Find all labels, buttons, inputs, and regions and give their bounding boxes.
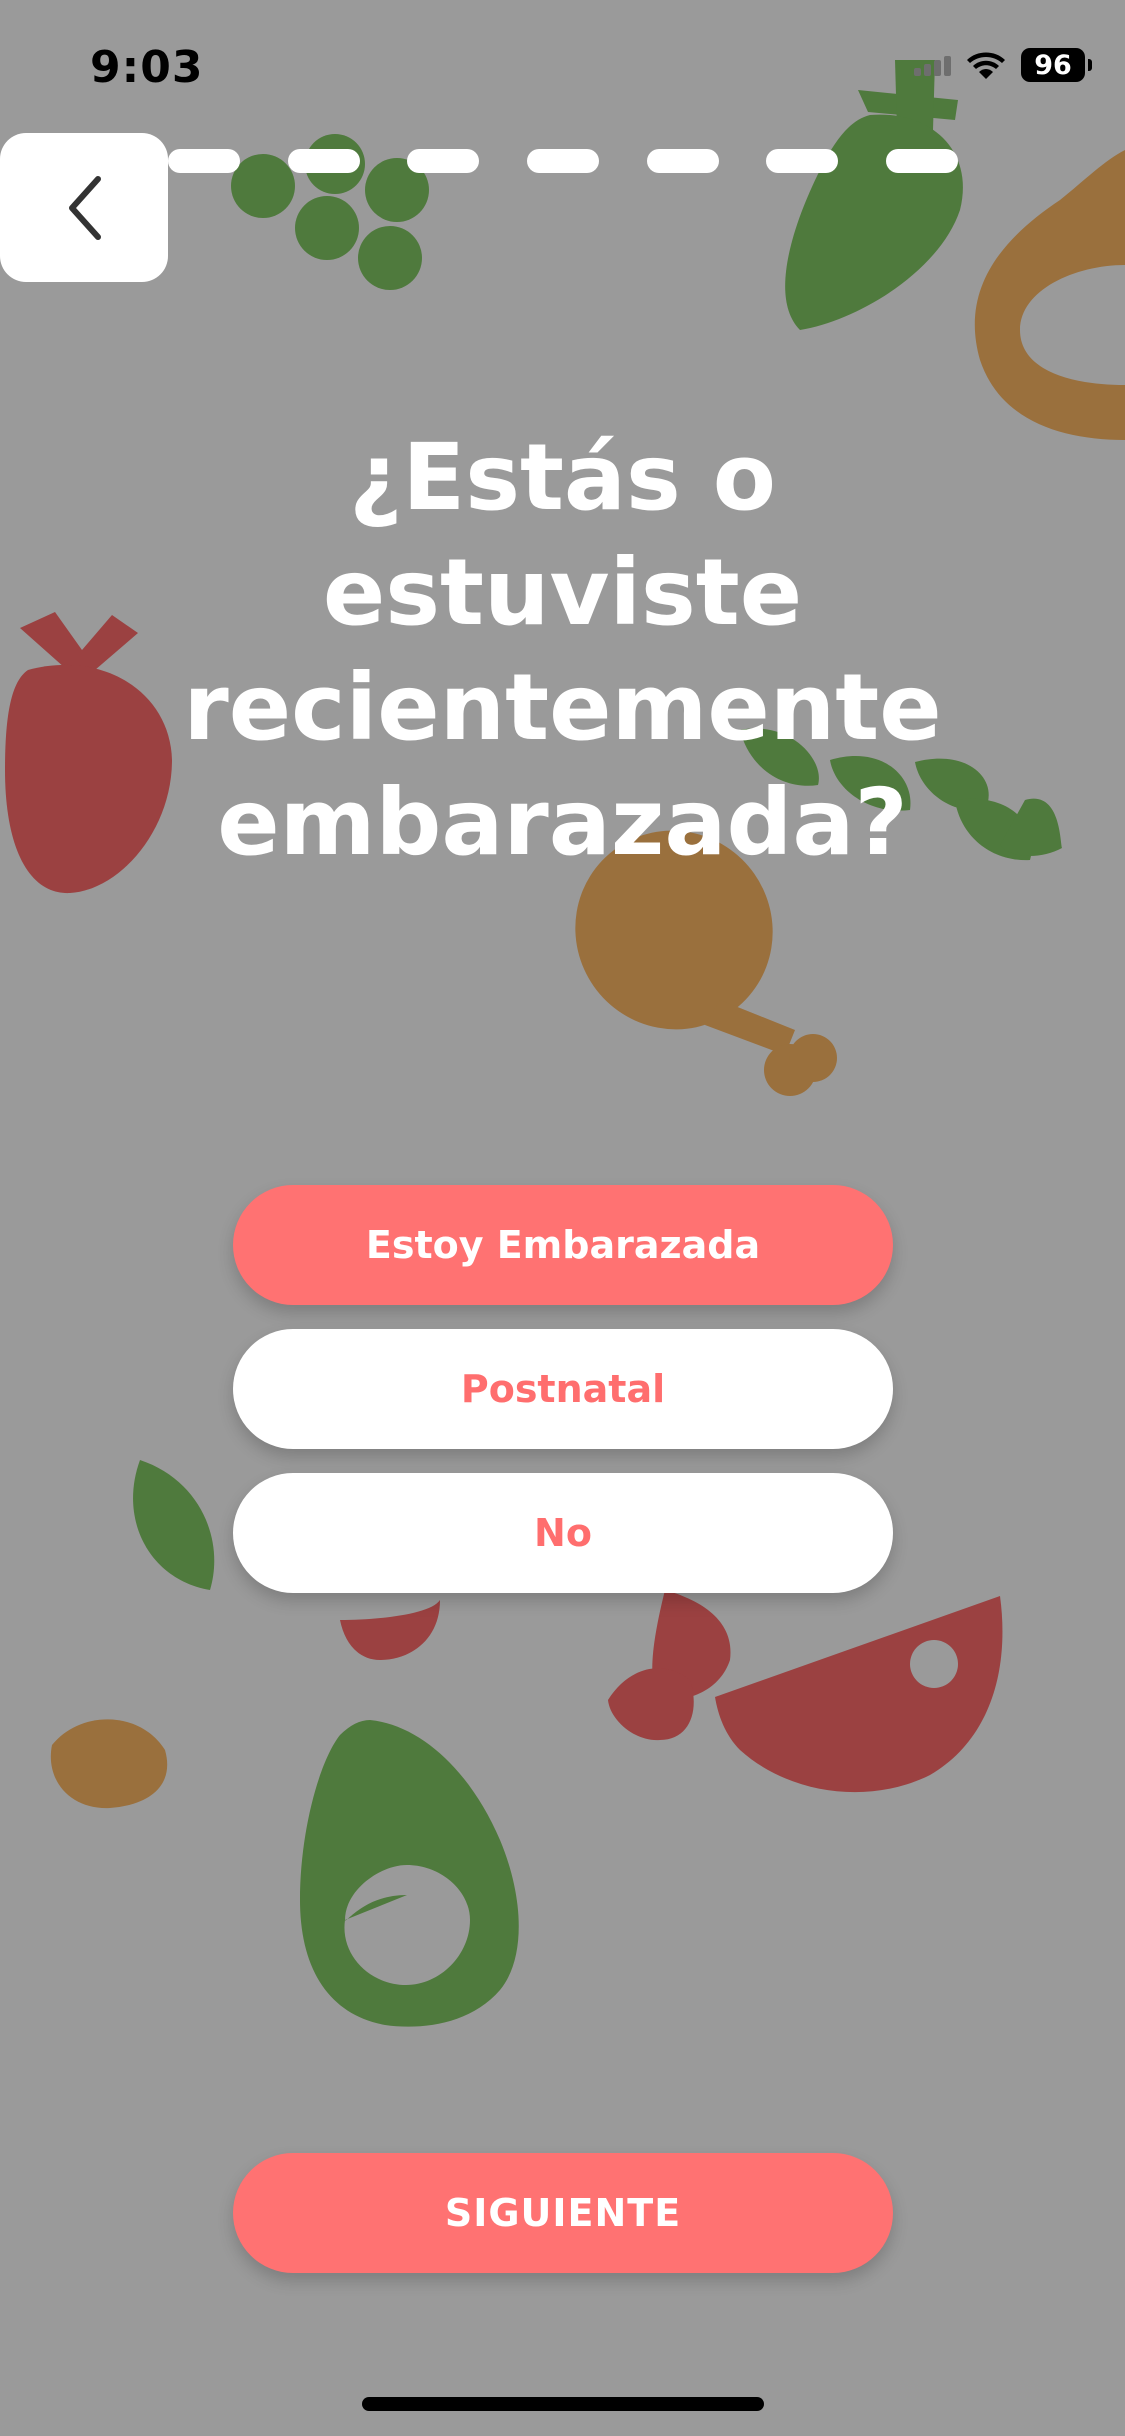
progress-segment — [287, 149, 360, 173]
progress-segment — [766, 149, 839, 173]
wifi-icon — [967, 52, 1005, 79]
question-title: ¿Estás o estuviste recientemente embaraz… — [183, 424, 942, 876]
progress-segment — [885, 149, 958, 173]
chevron-left-icon — [69, 175, 101, 240]
leaf-illustration — [133, 1460, 215, 1590]
nut-illustration — [50, 1719, 168, 1809]
next-button[interactable]: SIGUIENTE — [233, 2153, 893, 2273]
progress-indicator — [168, 149, 958, 173]
progress-segment — [407, 149, 480, 173]
option-no[interactable]: No — [233, 1473, 893, 1593]
status-bar-indicators: 96 — [914, 48, 1092, 82]
avocado-illustration — [300, 1720, 519, 2027]
carrot-illustration — [785, 60, 963, 330]
battery-icon: 96 — [1021, 48, 1092, 82]
home-indicator — [362, 2397, 764, 2411]
option-postnatal[interactable]: Postnatal — [233, 1329, 893, 1449]
cellular-signal-icon — [914, 54, 951, 76]
back-button[interactable] — [0, 133, 168, 282]
status-bar-time: 9:03 — [90, 42, 204, 93]
answer-options: Estoy Embarazada Postnatal No — [233, 1185, 893, 1617]
avocado-ring-illustration — [974, 150, 1125, 440]
progress-segment — [168, 149, 240, 173]
option-estoy-embarazada[interactable]: Estoy Embarazada — [233, 1185, 893, 1305]
progress-segment — [526, 149, 599, 173]
progress-segment — [646, 149, 719, 173]
watermelon-slice-illustration — [715, 1596, 1003, 1793]
